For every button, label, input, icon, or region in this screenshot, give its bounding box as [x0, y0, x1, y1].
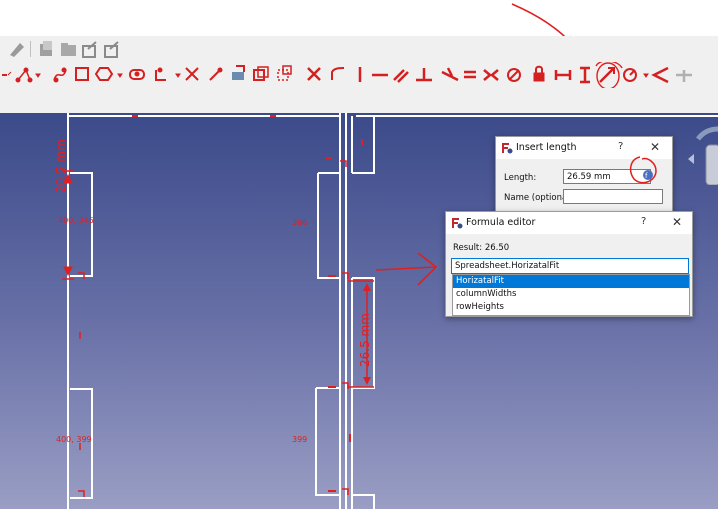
constraint-label: 400, 399	[56, 435, 92, 444]
result-label: Result: 26.50	[453, 243, 510, 253]
close-button[interactable]: ✕	[650, 140, 660, 154]
freecad-logo-icon	[452, 218, 463, 229]
help-button[interactable]: ?	[641, 216, 646, 227]
annotation-circle-icon	[629, 156, 657, 184]
insert-length-dialog: Insert length ? ✕ Length: 26.59 mm f Nam…	[495, 136, 673, 220]
measure-icon[interactable]	[6, 39, 26, 59]
name-input[interactable]	[563, 189, 663, 204]
close-button[interactable]: ✕	[672, 215, 682, 229]
length-label: Length:	[504, 173, 537, 183]
folder-icon[interactable]	[58, 39, 78, 59]
navigation-cube-icon[interactable]	[684, 119, 718, 185]
formula-editor-dialog: Formula editor ? ✕ Result: 26.50 Spreads…	[445, 211, 693, 317]
toolbar-row-2	[0, 62, 718, 89]
sketcher-toolbar[interactable]	[0, 62, 718, 88]
help-button[interactable]: ?	[618, 141, 623, 152]
autocomplete-item[interactable]: columnWidths	[453, 288, 689, 301]
constraint-label: 396	[292, 218, 308, 227]
annotation-arrow-icon	[375, 252, 438, 286]
dialog-title: Formula editor	[466, 217, 536, 228]
constraint-label: 399	[292, 435, 308, 444]
toolbar-row-3	[0, 88, 718, 113]
toolbar-separator	[30, 41, 31, 57]
dialog-title: Insert length	[516, 142, 577, 153]
parts-icon[interactable]	[36, 39, 56, 59]
expression-input[interactable]: Spreadsheet.HorizatalFit	[451, 258, 689, 274]
autocomplete-item[interactable]: rowHeights	[453, 301, 689, 314]
constraint-label: 400, 346	[58, 216, 94, 225]
dimension-label-left: 20.5 mm	[54, 139, 68, 193]
autocomplete-item[interactable]: HorizatalFit	[453, 275, 689, 288]
share-menu-icon[interactable]	[102, 39, 122, 59]
dialog-titlebar: Formula editor ? ✕	[446, 212, 692, 234]
dimension-label-right: 26.5 mm	[358, 313, 372, 367]
freecad-logo-icon	[502, 143, 513, 154]
autocomplete-list: HorizatalFit columnWidths rowHeights	[452, 274, 690, 316]
share-icon[interactable]	[80, 39, 100, 59]
toolbar-row-1	[0, 36, 718, 63]
